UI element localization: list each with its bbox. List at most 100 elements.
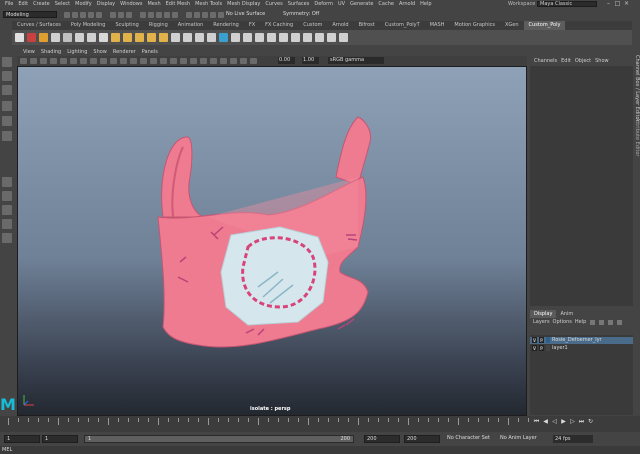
save-scene-icon[interactable] xyxy=(80,11,86,18)
menu-display[interactable]: Display xyxy=(97,1,115,7)
layout-icon[interactable] xyxy=(2,205,12,215)
play-forward-icon[interactable]: ▶ xyxy=(559,418,568,426)
motion-blur-icon[interactable] xyxy=(190,58,197,64)
menu-modify[interactable]: Modify xyxy=(75,1,92,7)
viewport-menu-panels[interactable]: Panels xyxy=(142,49,158,55)
exposure-field[interactable]: 0.00 xyxy=(278,57,295,64)
playback-start-field[interactable]: 1 xyxy=(42,435,78,443)
single-view-icon[interactable] xyxy=(2,177,12,187)
xray-icon[interactable] xyxy=(220,58,227,64)
layer-row[interactable]: V P Rosie_Defoemer_lyr xyxy=(530,337,633,344)
select-object-icon[interactable] xyxy=(118,11,124,18)
lasso-tool-icon[interactable] xyxy=(2,71,12,81)
backface-culling-icon[interactable] xyxy=(240,58,247,64)
shelf-tool-icon[interactable] xyxy=(327,33,336,42)
tab-attribute-editor[interactable]: Attribute Editor xyxy=(634,118,640,156)
playback-toggle[interactable]: P xyxy=(539,337,544,343)
menu-arnold[interactable]: Arnold xyxy=(399,1,415,7)
shelf-tab-xgen[interactable]: XGen xyxy=(500,21,524,30)
shelf-tool-icon[interactable] xyxy=(159,33,168,42)
menu-generate[interactable]: Generate xyxy=(350,1,373,7)
shelf-tab-mash[interactable]: MASH xyxy=(425,21,450,30)
visibility-toggle[interactable]: V xyxy=(532,345,537,351)
shelf-tool-icon[interactable] xyxy=(195,33,204,42)
layer-menu-options[interactable]: Options xyxy=(553,318,572,327)
grid-icon[interactable] xyxy=(60,58,67,64)
menu-mesh-display[interactable]: Mesh Display xyxy=(227,1,260,7)
live-surface-label[interactable]: No Live Surface xyxy=(226,11,265,17)
shelf-tool-icon[interactable] xyxy=(303,33,312,42)
textured-icon[interactable] xyxy=(150,58,157,64)
start-time-field[interactable]: 1 xyxy=(4,435,40,443)
new-layer-icon[interactable] xyxy=(590,320,596,325)
layer-color-swatch[interactable] xyxy=(546,337,550,343)
outliner-layout-icon[interactable] xyxy=(2,219,12,229)
safe-action-icon[interactable] xyxy=(110,58,117,64)
shelf-tool-icon[interactable] xyxy=(15,33,24,42)
go-to-end-icon[interactable]: ⏭ xyxy=(577,418,586,426)
command-line[interactable] xyxy=(0,446,640,454)
shelf-tool-icon[interactable] xyxy=(231,33,240,42)
menu-select[interactable]: Select xyxy=(55,1,70,7)
gamma-field[interactable]: 1.00 xyxy=(302,57,319,64)
shelf-tab-rendering[interactable]: Rendering xyxy=(208,21,244,30)
shelf-tab-bifrost[interactable]: Bifrost xyxy=(354,21,380,30)
bookmark-icon[interactable] xyxy=(40,58,47,64)
shelf-tool-icon[interactable] xyxy=(219,33,228,42)
shelf-tool-icon[interactable] xyxy=(255,33,264,42)
channel-menu-show[interactable]: Show xyxy=(595,57,609,66)
shelf-tool-icon[interactable] xyxy=(51,33,60,42)
shelf-tab-custom[interactable]: Custom xyxy=(298,21,327,30)
anti-aliasing-icon[interactable] xyxy=(200,58,207,64)
play-back-icon[interactable]: ◁ xyxy=(550,418,559,426)
shelf-tool-icon[interactable] xyxy=(111,33,120,42)
shelf-tool-icon[interactable] xyxy=(75,33,84,42)
menu-cache[interactable]: Cache xyxy=(378,1,394,7)
shelf-tab-custom-poly[interactable]: Custom_Poly xyxy=(523,21,566,30)
layer-name[interactable]: Rosie_Defoemer_lyr xyxy=(552,337,602,343)
menu-help[interactable]: Help xyxy=(420,1,431,7)
shelf-tool-icon[interactable] xyxy=(99,33,108,42)
resolution-gate-icon[interactable] xyxy=(80,58,87,64)
shelf-tool-icon[interactable] xyxy=(123,33,132,42)
move-down-icon[interactable] xyxy=(617,320,623,325)
new-scene-icon[interactable] xyxy=(64,11,70,18)
select-component-icon[interactable] xyxy=(126,11,132,18)
menu-file[interactable]: File xyxy=(5,1,13,7)
viewport-3d[interactable] xyxy=(17,66,527,416)
scale-tool-icon[interactable] xyxy=(2,131,12,141)
shelf-tool-icon[interactable] xyxy=(171,33,180,42)
layer-tab-display[interactable]: Display xyxy=(530,310,557,318)
shelf-tool-icon[interactable] xyxy=(267,33,276,42)
viewport-menu-show[interactable]: Show xyxy=(93,49,107,55)
shelf-tab-custom-polyt[interactable]: Custom_PolyT xyxy=(380,21,425,30)
shelf-tab-arnold[interactable]: Arnold xyxy=(327,21,353,30)
snap-grid-icon[interactable] xyxy=(140,11,146,18)
viewport-menu-view[interactable]: View xyxy=(23,49,35,55)
anim-layer-dropdown[interactable]: No Anim Layer xyxy=(500,435,537,441)
visibility-toggle[interactable]: V xyxy=(532,337,537,343)
smooth-shade-icon[interactable] xyxy=(130,58,137,64)
shelf-tab-poly-modeling[interactable]: Poly Modeling xyxy=(66,21,111,30)
field-chart-icon[interactable] xyxy=(100,58,107,64)
viewport-menu-shading[interactable]: Shading xyxy=(41,49,61,55)
shelf-tool-icon[interactable] xyxy=(27,33,36,42)
loop-icon[interactable]: ↻ xyxy=(586,418,595,426)
snap-curve-icon[interactable] xyxy=(148,11,154,18)
viewport-menu-lighting[interactable]: Lighting xyxy=(67,49,87,55)
layer-name[interactable]: layer1 xyxy=(552,345,568,351)
menu-create[interactable]: Create xyxy=(33,1,50,7)
range-slider[interactable]: 1 200 xyxy=(84,435,354,443)
shadows-icon[interactable] xyxy=(170,58,177,64)
character-set-dropdown[interactable]: No Character Set xyxy=(447,435,490,441)
viewport-menu-renderer[interactable]: Renderer xyxy=(113,49,136,55)
shelf-tool-icon[interactable] xyxy=(87,33,96,42)
shelf-tab-animation[interactable]: Animation xyxy=(173,21,209,30)
layer-menu-help[interactable]: Help xyxy=(575,318,586,327)
film-gate-icon[interactable] xyxy=(70,58,77,64)
camera-icon[interactable] xyxy=(20,58,27,64)
channel-menu-edit[interactable]: Edit xyxy=(561,57,571,66)
playback-end-field[interactable]: 200 xyxy=(364,435,400,443)
end-time-field[interactable]: 200 xyxy=(404,435,440,443)
ambient-occlusion-icon[interactable] xyxy=(180,58,187,64)
